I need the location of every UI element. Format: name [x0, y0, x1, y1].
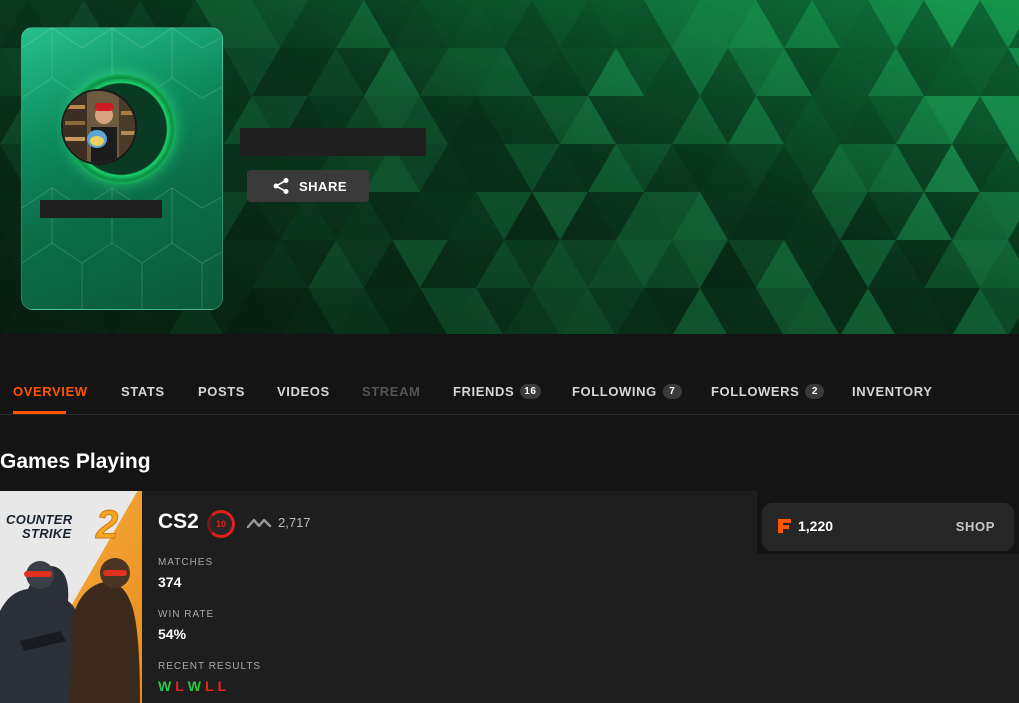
profile-card	[21, 27, 223, 310]
tab-videos[interactable]: VIDEOS	[277, 382, 330, 400]
tab-label: STATS	[121, 383, 165, 399]
shop-button[interactable]: SHOP	[956, 519, 995, 534]
matches-value: 374	[158, 574, 182, 590]
skill-level-value: 10	[215, 519, 226, 529]
recent-results: W L W L L	[158, 678, 226, 694]
tab-label: FOLLOWERS	[711, 383, 800, 399]
result-win: W	[187, 678, 201, 694]
tab-stats[interactable]: STATS	[121, 382, 165, 400]
profile-tabs: OVERVIEW STATS POSTS VIDEOS STREAM FRIEN…	[0, 334, 1019, 415]
friends-count-badge: 16	[520, 383, 541, 399]
skill-level-badge: 10	[207, 510, 235, 538]
tab-following[interactable]: FOLLOWING 7	[572, 382, 682, 400]
following-count-badge: 7	[662, 383, 682, 399]
share-button[interactable]: SHARE	[247, 170, 369, 202]
tab-inventory[interactable]: INVENTORY	[852, 382, 933, 400]
tab-posts[interactable]: POSTS	[198, 382, 245, 400]
elo-value: 2,717	[278, 515, 311, 530]
points-shop-row: 1,220 SHOP	[762, 503, 1014, 551]
avatar[interactable]	[61, 89, 137, 165]
followers-count-badge: 2	[805, 383, 825, 399]
tab-label: INVENTORY	[852, 383, 933, 399]
tab-overview[interactable]: OVERVIEW	[13, 382, 88, 400]
elo-icon	[246, 518, 272, 529]
points-panel: 1,220 SHOP	[757, 491, 1019, 554]
share-icon	[273, 178, 289, 194]
points-value: 1,220	[798, 518, 834, 534]
profile-name-redacted	[240, 128, 426, 156]
tab-label: FOLLOWING	[572, 383, 657, 399]
tab-followers[interactable]: FOLLOWERS 2	[711, 382, 825, 400]
share-label: SHARE	[299, 178, 348, 194]
tab-label: FRIENDS	[453, 383, 515, 399]
matches-label: MATCHES	[158, 557, 214, 568]
tab-label: VIDEOS	[277, 383, 330, 399]
result-loss: L	[205, 678, 214, 694]
game-card-cs2[interactable]: COUNTER STRIKE 2 CS2 10 2,717 MATCHES 37…	[0, 491, 1019, 703]
card-name-redacted	[40, 200, 162, 218]
recent-results-label: RECENT RESULTS	[158, 661, 262, 672]
result-win: W	[158, 678, 172, 694]
result-loss: L	[175, 678, 184, 694]
winrate-value: 54%	[158, 626, 187, 642]
points-currency-icon	[778, 519, 791, 533]
section-title-games-playing: Games Playing	[0, 450, 151, 473]
game-name: CS2	[158, 510, 199, 533]
profile-banner: SHARE	[0, 0, 1019, 334]
cover-soldiers-art	[0, 558, 140, 703]
tab-label: STREAM	[362, 383, 421, 399]
tab-friends[interactable]: FRIENDS 16	[453, 382, 541, 400]
tab-label: POSTS	[198, 383, 246, 399]
result-loss: L	[217, 678, 227, 694]
game-cover-image: COUNTER STRIKE 2	[0, 491, 142, 703]
winrate-label: WIN RATE	[158, 609, 215, 620]
active-tab-indicator	[13, 411, 66, 414]
tab-stream: STREAM	[362, 382, 421, 400]
tab-label: OVERVIEW	[13, 383, 88, 399]
